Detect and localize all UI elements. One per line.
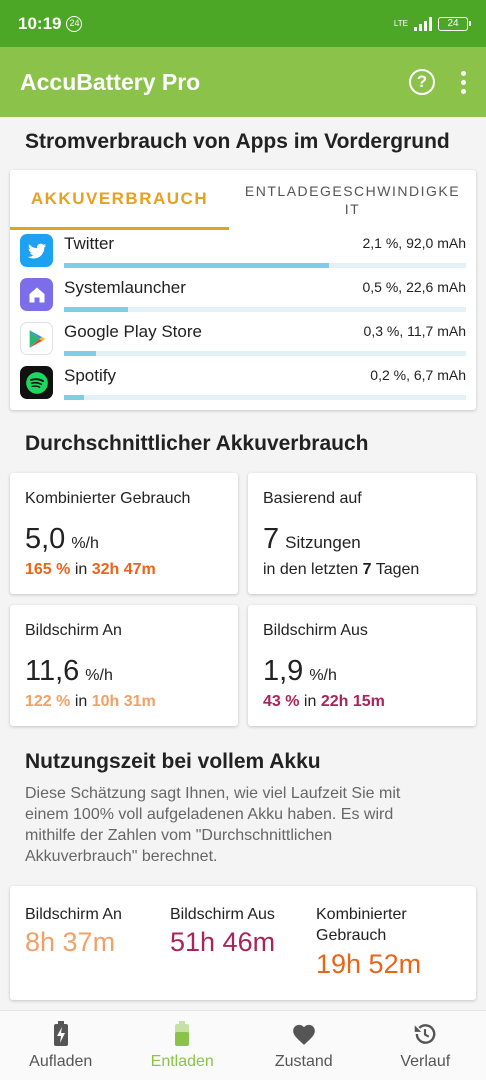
rate-unit: %/h (309, 667, 337, 684)
full-combined: Kombinierter Gebrauch 19h 52m (316, 904, 466, 980)
spotify-icon (20, 366, 53, 399)
screen-off-pct: 43 % (263, 693, 300, 710)
app-name: Twitter (64, 234, 115, 253)
card-title: Basierend auf (263, 490, 362, 507)
usage-bar (64, 351, 466, 356)
nav-verlauf[interactable]: Verlauf (365, 1011, 486, 1080)
screen-on-pct: 122 % (25, 693, 71, 710)
full-screen-on-value: 8h 37m (25, 927, 116, 957)
screen-on-rate: 11,6 (25, 655, 80, 687)
tab-akkuverbrauch[interactable]: AKKUVERBRAUCH (10, 170, 229, 230)
bottom-navigation: Aufladen Entladen Zustand Verlauf (0, 1010, 486, 1080)
full-combined-value: 19h 52m (316, 949, 422, 979)
app-bar: AccuBattery Pro ? (0, 47, 486, 117)
app-row-systemlauncher[interactable]: Systemlauncher 0,5 %, 22,6 mAh (10, 274, 476, 318)
session-count: 7 (263, 523, 280, 555)
notification-badge-icon: 24 (66, 15, 83, 32)
home-launcher-icon (20, 278, 53, 311)
battery-charging-icon (53, 1020, 69, 1048)
play-store-icon (20, 322, 53, 355)
full-charge-description: Diese Schätzung sagt Ihnen, wie viel Lau… (25, 785, 401, 865)
nav-label: Verlauf (400, 1053, 451, 1070)
combined-rate: 5,0 (25, 523, 66, 555)
screen-off-time: 22h 15m (320, 693, 385, 710)
rate-unit: %/h (71, 535, 99, 552)
nav-aufladen[interactable]: Aufladen (0, 1011, 122, 1080)
card-title: Bildschirm Aus (263, 622, 368, 639)
app-name: Spotify (64, 366, 116, 385)
nav-zustand[interactable]: Zustand (243, 1011, 365, 1080)
full-screen-off: Bildschirm Aus 51h 46m (170, 904, 310, 958)
signal-icon (414, 16, 432, 31)
full-screen-off-value: 51h 46m (170, 927, 276, 957)
usage-bar (64, 307, 466, 312)
card-title: Bildschirm An (25, 622, 122, 639)
battery-icon (174, 1020, 190, 1048)
app-title: AccuBattery Pro (20, 68, 201, 95)
full-charge-heading: Nutzungszeit bei vollem Akku (25, 750, 321, 773)
usage-bar (64, 395, 466, 400)
app-row-google-play-store[interactable]: Google Play Store 0,3 %, 11,7 mAh (10, 318, 476, 362)
app-usage-value: 0,5 %, 22,6 mAh (362, 279, 466, 295)
app-usage-value: 2,1 %, 92,0 mAh (362, 235, 466, 251)
history-icon (412, 1020, 438, 1048)
app-usage-value: 0,2 %, 6,7 mAh (370, 367, 466, 383)
app-name: Google Play Store (64, 322, 202, 341)
network-type: LTE (393, 19, 408, 28)
foreground-card: AKKUVERBRAUCH ENTLADEGESCHWINDIGKEIT Twi… (10, 170, 476, 410)
combined-pct: 165 % (25, 561, 71, 578)
card-title: Kombinierter Gebrauch (25, 490, 191, 507)
battery-status-icon: 24 (438, 16, 471, 31)
screen-off-rate: 1,9 (263, 655, 304, 687)
app-row-twitter[interactable]: Twitter 2,1 %, 92,0 mAh (10, 230, 476, 274)
heart-icon (291, 1020, 317, 1048)
combined-time: 32h 47m (91, 561, 156, 578)
nav-entladen[interactable]: Entladen (122, 1011, 244, 1080)
help-circle-icon[interactable]: ? (409, 69, 435, 95)
app-row-spotify[interactable]: Spotify 0,2 %, 6,7 mAh (10, 362, 476, 406)
days-count: 7 (362, 561, 372, 578)
status-time: 10:19 (18, 13, 62, 33)
usage-bar (64, 263, 466, 268)
nav-label: Zustand (274, 1053, 333, 1070)
full-screen-on: Bildschirm An 8h 37m (25, 904, 160, 958)
nav-label: Entladen (150, 1053, 214, 1070)
tab-entladegeschwindigkeit[interactable]: ENTLADEGESCHWINDIGKEIT (229, 170, 476, 230)
nav-label: Aufladen (29, 1053, 93, 1070)
status-bar: 10:19 24 LTE 24 (0, 0, 486, 47)
rate-unit: %/h (85, 667, 113, 684)
twitter-icon (20, 234, 53, 267)
based-on-card: Basierend auf 7 Sitzungen in den letzten … (248, 473, 476, 594)
screen-off-card: Bildschirm Aus 1,9 %/h 43 % in 22h 15m (248, 605, 476, 726)
app-usage-value: 0,3 %, 11,7 mAh (363, 323, 466, 339)
app-name: Systemlauncher (64, 278, 186, 297)
more-vert-icon[interactable] (461, 70, 466, 94)
combined-usage-card: Kombinierter Gebrauch 5,0 %/h 165 % in 32… (10, 473, 238, 594)
screen-on-time: 10h 31m (91, 693, 156, 710)
tab-bar: AKKUVERBRAUCH ENTLADEGESCHWINDIGKEIT (10, 170, 476, 230)
average-heading: Durchschnittlicher Akkuverbrauch (25, 432, 369, 455)
full-charge-card: Bildschirm An 8h 37m Bildschirm Aus 51h … (10, 886, 476, 1000)
screen-on-card: Bildschirm An 11,6 %/h 122 % in 10h 31m (10, 605, 238, 726)
foreground-heading: Stromverbrauch von Apps im Vordergrund (25, 130, 450, 153)
